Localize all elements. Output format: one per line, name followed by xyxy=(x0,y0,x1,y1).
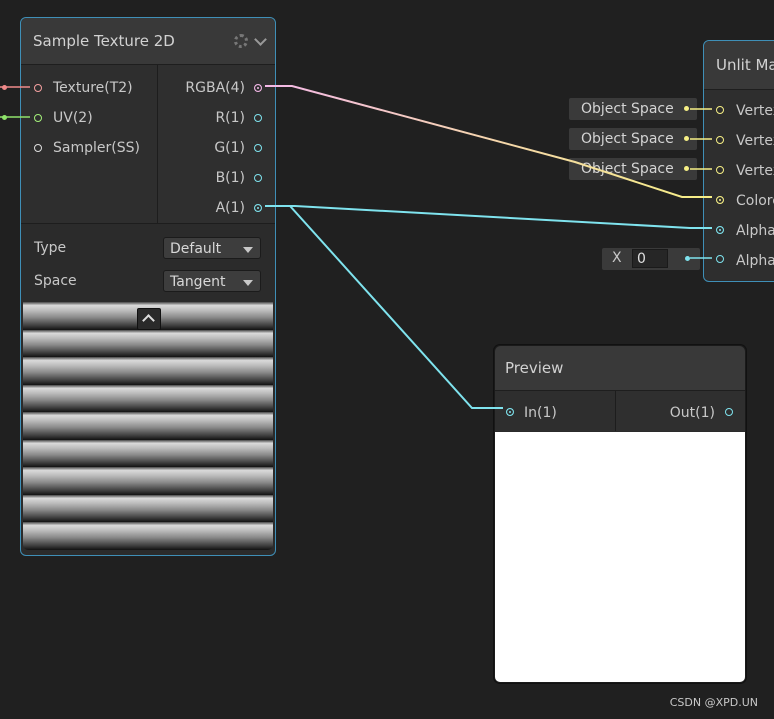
vertex-tangent-port[interactable] xyxy=(716,166,724,174)
a-output-port[interactable] xyxy=(254,204,262,212)
uv-input-label: UV(2) xyxy=(53,110,93,126)
texture-input-port[interactable] xyxy=(34,84,42,92)
vertex-normal-label: Vertex xyxy=(736,133,774,149)
sampler-input-label: Sampler(SS) xyxy=(53,140,140,156)
texture-source-dot xyxy=(2,85,7,90)
texture-input-label: Texture(T2) xyxy=(53,80,133,96)
b-output-port[interactable] xyxy=(254,174,262,182)
vertex-tangent-label: Vertex xyxy=(736,163,774,179)
type-dropdown[interactable]: Default xyxy=(163,237,261,259)
uv-source-dot xyxy=(2,115,7,120)
preview-input-label: In(1) xyxy=(524,405,557,421)
g-output-port[interactable] xyxy=(254,144,262,152)
dropdown-arrow-icon xyxy=(243,280,253,286)
type-value: Default xyxy=(170,241,222,257)
alpha-port[interactable] xyxy=(716,226,724,234)
sample-texture-2d-node[interactable]: Sample Texture 2D Texture(T2) UV(2) Samp… xyxy=(20,17,276,556)
gear-icon[interactable] xyxy=(234,34,248,48)
b-output-label: B(1) xyxy=(215,170,245,186)
node-title-bar[interactable]: Sample Texture 2D xyxy=(21,18,275,65)
vertex-position-label: Vertex xyxy=(736,103,774,119)
object-space-label: Object Space xyxy=(581,101,674,117)
dropdown-arrow-icon xyxy=(243,247,253,253)
master-title-bar[interactable]: Unlit Ma xyxy=(704,41,774,90)
texture-preview xyxy=(23,302,273,550)
chevron-down-icon[interactable] xyxy=(254,32,267,46)
watermark: CSDN @XPD.UN xyxy=(669,696,758,709)
collapse-preview-button[interactable] xyxy=(137,308,161,330)
alpha-clip-port[interactable] xyxy=(716,255,724,263)
space-dropdown[interactable]: Tangent xyxy=(163,270,261,292)
a-output-label: A(1) xyxy=(215,200,245,216)
chevron-up-icon xyxy=(142,314,155,327)
space-value: Tangent xyxy=(170,274,226,290)
preview-render-area xyxy=(495,432,745,682)
alpha-clip-label: Alpha xyxy=(736,253,774,269)
master-title: Unlit Ma xyxy=(716,56,774,74)
object-space-field-3[interactable]: Object Space xyxy=(569,158,697,180)
sampler-input-port[interactable] xyxy=(34,144,42,152)
node-title: Sample Texture 2D xyxy=(33,32,175,50)
object-space-label: Object Space xyxy=(581,161,674,177)
rgba-output-label: RGBA(4) xyxy=(185,80,245,96)
object-space-label: Object Space xyxy=(581,131,674,147)
x-axis-label: X xyxy=(612,250,622,266)
alpha-label: Alpha xyxy=(736,223,774,239)
uv-input-port[interactable] xyxy=(34,114,42,122)
preview-title: Preview xyxy=(505,359,564,377)
type-label: Type xyxy=(34,240,67,256)
color-port[interactable] xyxy=(716,196,724,204)
object-space-field-1[interactable]: Object Space xyxy=(569,98,697,120)
r-output-label: R(1) xyxy=(215,110,245,126)
g-output-label: G(1) xyxy=(214,140,245,156)
rgba-output-port[interactable] xyxy=(254,84,262,92)
space-label: Space xyxy=(34,273,77,289)
color-label: Colore xyxy=(736,193,774,209)
preview-input-port[interactable] xyxy=(506,408,514,416)
preview-title-bar[interactable]: Preview xyxy=(495,346,745,391)
x-value-input[interactable]: 0 xyxy=(632,249,668,268)
r-output-port[interactable] xyxy=(254,114,262,122)
unlit-master-node[interactable]: Unlit Ma Vertex Vertex Vertex Colore Alp… xyxy=(703,40,774,282)
vertex-position-port[interactable] xyxy=(716,106,724,114)
alpha-to-master-wire xyxy=(265,205,712,229)
alpha-clip-threshold-field[interactable]: X 0 xyxy=(602,248,700,270)
alpha-to-preview-wire xyxy=(265,205,503,409)
preview-output-port[interactable] xyxy=(725,408,733,416)
object-space-field-2[interactable]: Object Space xyxy=(569,128,697,150)
preview-output-label: Out(1) xyxy=(669,405,715,421)
preview-node[interactable]: Preview In(1) Out(1) xyxy=(494,345,746,683)
vertex-normal-port[interactable] xyxy=(716,136,724,144)
